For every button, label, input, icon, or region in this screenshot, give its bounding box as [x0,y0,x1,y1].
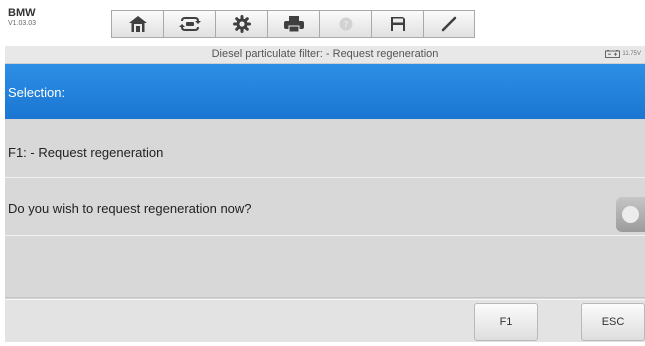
function-item-label: F1: - Request regeneration [8,145,164,160]
selection-label: Selection: [8,85,66,100]
printer-icon [283,16,304,32]
battery-indicator: 11.75V [605,50,641,58]
vehicle-swap-icon [178,17,201,31]
toolbar-buttons: ? [111,10,475,38]
vehicle-brand: BMW V1.03.03 [8,7,68,37]
pen-icon [441,16,457,32]
bottom-action-bar: F1 ESC [5,299,645,342]
help-button[interactable]: ? [319,10,371,38]
battery-icon [605,50,621,58]
brand-name: BMW [8,7,36,19]
status-bar: Diesel particulate filter: - Request reg… [5,46,645,64]
function-title: Diesel particulate filter: - Request reg… [211,48,439,60]
edit-button[interactable] [423,10,475,38]
help-icon: ? [339,17,352,31]
question-row: Do you wish to request regeneration now? [5,178,645,236]
print-button[interactable] [267,10,319,38]
esc-button[interactable]: ESC [581,303,645,341]
vehicle-swap-button[interactable] [163,10,215,38]
save-icon [390,17,405,31]
empty-row [5,236,645,298]
scroll-knob-icon [622,206,639,223]
scroll-handle[interactable] [616,197,645,232]
battery-voltage: 11.75V [622,51,641,57]
top-toolbar: BMW V1.03.03 ? [5,0,645,46]
settings-button[interactable] [215,10,267,38]
save-button[interactable] [371,10,423,38]
selection-header: Selection: [5,64,645,119]
home-button[interactable] [111,10,163,38]
f1-button[interactable]: F1 [474,303,538,341]
diagnostic-screen: BMW V1.03.03 ? Diesel particulate filter… [5,0,645,342]
home-icon [128,16,147,32]
function-item-f1[interactable]: F1: - Request regeneration [5,120,645,178]
question-text: Do you wish to request regeneration now? [8,201,252,216]
gear-icon [232,15,251,33]
svg-text:?: ? [343,21,348,31]
software-version: V1.03.03 [8,20,37,27]
